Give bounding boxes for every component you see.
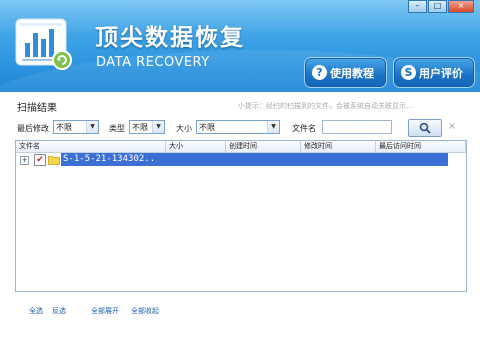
app-title: 顶尖数据恢复	[95, 25, 245, 51]
type-select-value: 不限	[132, 123, 148, 132]
select-all-link[interactable]: 全选	[29, 306, 43, 316]
maximize-button[interactable]: □	[428, 0, 447, 13]
filename-input[interactable]	[322, 120, 392, 134]
clear-filter-icon[interactable]: ×	[445, 121, 459, 134]
modified-label: 最后修改	[17, 124, 49, 133]
column-header-created[interactable]: 创建时间	[226, 141, 301, 152]
table-header: 文件名 大小 创建时间 修改时间 最后访问时间	[16, 141, 466, 153]
column-header-filename[interactable]: 文件名	[16, 141, 166, 152]
chevron-down-icon: ▼	[152, 121, 164, 133]
invert-selection-link[interactable]: 反选	[52, 306, 66, 316]
scan-results-title: 扫描结果	[17, 103, 57, 114]
expand-all-link[interactable]: 全部展开	[91, 306, 119, 316]
search-icon	[419, 122, 431, 134]
help-icon: ?	[312, 65, 327, 80]
results-table: 文件名 大小 创建时间 修改时间 最后访问时间 + ✔ S-1-5-21-134…	[15, 140, 467, 292]
column-header-size[interactable]: 大小	[166, 141, 226, 152]
app-logo-icon	[15, 18, 72, 70]
row-checkbox[interactable]: ✔	[34, 154, 46, 166]
table-row[interactable]: + ✔ S-1-5-21-134302..	[16, 153, 466, 167]
close-button[interactable]: ×	[448, 0, 474, 13]
chevron-down-icon: ▼	[86, 121, 98, 133]
size-label: 大小	[176, 124, 192, 133]
review-icon: S	[401, 65, 416, 80]
size-select-value: 不限	[199, 123, 215, 132]
row-filename: S-1-5-21-134302..	[61, 153, 448, 166]
size-select[interactable]: 不限 ▼	[196, 120, 280, 134]
tutorial-button[interactable]: ? 使用教程	[304, 57, 387, 88]
type-select[interactable]: 不限 ▼	[129, 120, 165, 134]
column-header-accessed[interactable]: 最后访问时间	[376, 141, 466, 152]
expand-toggle[interactable]: +	[20, 156, 29, 165]
modified-select[interactable]: 不限 ▼	[53, 120, 99, 134]
app-header: – □ × 顶尖数据恢复 DATA RECOVERY ? 使用教程 S 用户评价	[0, 0, 480, 92]
folder-icon	[48, 156, 60, 165]
footer-actions: 全选 反选 全部展开 全部收起	[0, 300, 480, 320]
filter-bar: 最后修改 不限 ▼ 类型 不限 ▼ 大小 不限 ▼ 文件名 ×	[0, 119, 480, 137]
chevron-down-icon: ▼	[267, 121, 279, 133]
tip-text: 小提示：经扫的扫描到的文件，会被系统自动关联显示...	[238, 102, 413, 110]
modified-select-value: 不限	[56, 123, 72, 132]
minimize-button[interactable]: –	[408, 0, 427, 13]
user-review-button[interactable]: S 用户评价	[393, 57, 475, 88]
type-label: 类型	[109, 124, 125, 133]
user-review-button-label: 用户评价	[419, 66, 463, 80]
collapse-all-link[interactable]: 全部收起	[131, 306, 159, 316]
window-controls: – □ ×	[407, 0, 474, 13]
filename-label: 文件名	[292, 124, 316, 133]
app-subtitle: DATA RECOVERY	[96, 55, 210, 70]
column-header-modified[interactable]: 修改时间	[301, 141, 376, 152]
tutorial-button-label: 使用教程	[330, 66, 374, 80]
search-button[interactable]	[408, 119, 442, 137]
